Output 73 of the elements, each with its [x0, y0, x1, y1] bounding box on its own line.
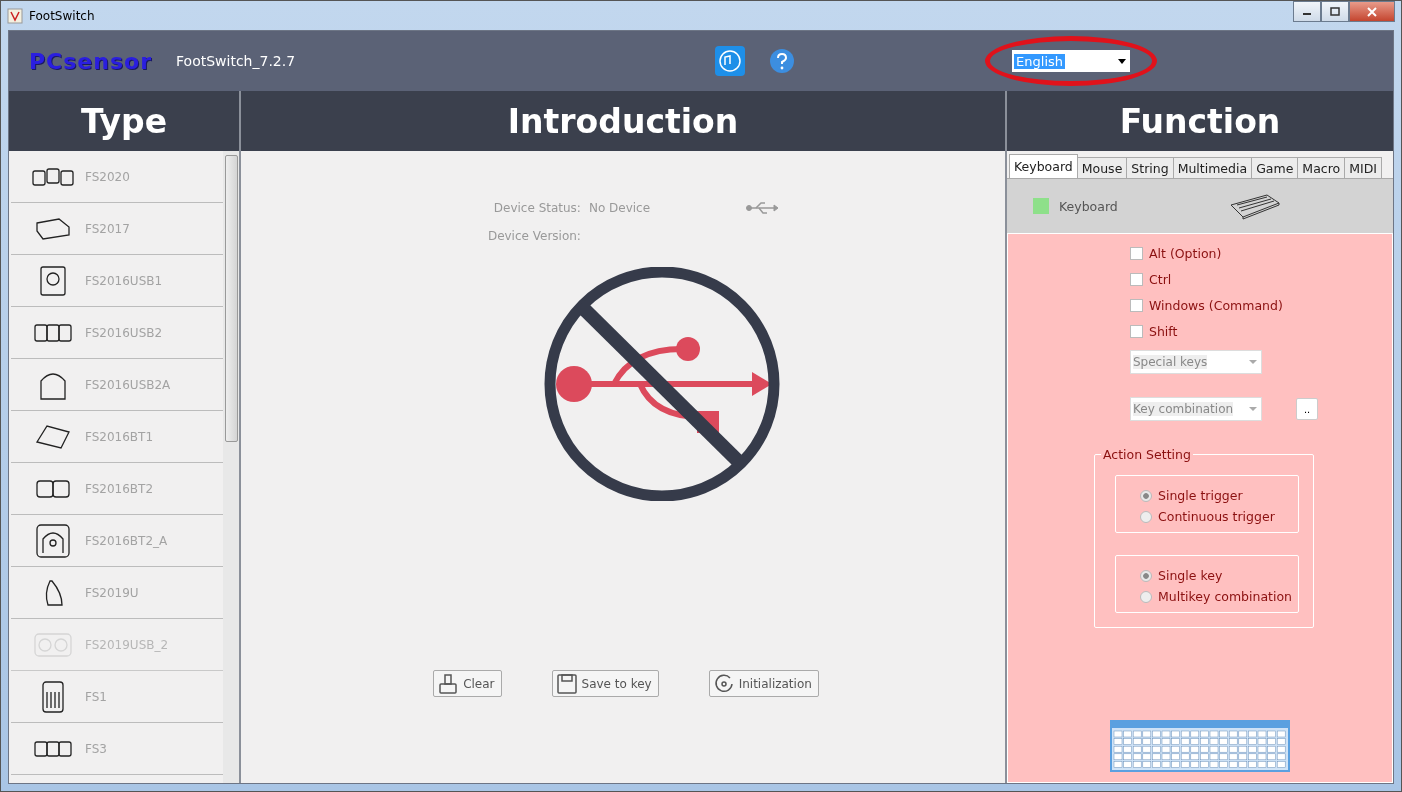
column-heading: Function: [1007, 91, 1393, 151]
checkbox-label: Shift: [1149, 324, 1178, 339]
dropdown-arrow-icon: [1118, 58, 1127, 64]
save-icon: [555, 672, 578, 695]
column-heading: Type: [9, 91, 239, 151]
function-tab[interactable]: Macro: [1297, 157, 1346, 178]
maximize-icon: [1330, 7, 1340, 16]
function-tab[interactable]: Game: [1251, 157, 1299, 178]
device-type-item[interactable]: FS2016BT2_A: [11, 515, 223, 567]
key-combination-dropdown[interactable]: Key combination: [1130, 397, 1262, 421]
radio-label: Single trigger: [1158, 488, 1243, 503]
usb-icon: [746, 201, 779, 215]
app-version: FootSwitch_7.2.7: [176, 53, 296, 69]
function-tab[interactable]: MIDI: [1344, 157, 1382, 178]
minimize-button[interactable]: [1293, 1, 1321, 22]
status-square-icon: [1033, 198, 1049, 214]
radio-label: Multikey combination: [1158, 589, 1293, 604]
clear-button[interactable]: Clear: [433, 670, 502, 697]
mode-label: Keyboard: [1059, 198, 1119, 214]
foot-pedal-icon: [34, 740, 72, 757]
brand-logo: PCsensor: [29, 48, 152, 74]
midi-music-icon[interactable]: [715, 46, 746, 76]
init-button[interactable]: Initialization: [708, 670, 819, 697]
foot-pedal-icon: [36, 217, 70, 240]
keyboard-icon: [1229, 191, 1281, 221]
device-type-item[interactable]: FS1: [11, 671, 223, 723]
checkbox-label: Windows (Command): [1149, 298, 1283, 313]
foot-pedal-icon: [34, 323, 72, 342]
device-type-item[interactable]: FS2020: [11, 151, 223, 203]
radio-label: Continuous trigger: [1158, 509, 1275, 524]
foot-pedal-icon: [40, 265, 66, 296]
function-tab[interactable]: Multimedia: [1172, 157, 1253, 178]
language-select[interactable]: English: [1012, 50, 1131, 72]
radio-button[interactable]: [1140, 590, 1152, 603]
window-title: FootSwitch: [29, 8, 95, 23]
brush-icon: [437, 672, 460, 695]
function-tab[interactable]: Keyboard: [1009, 154, 1078, 178]
save-button[interactable]: Save to key: [551, 670, 659, 697]
foot-pedal-icon: [36, 523, 70, 558]
status-label: Device Status:: [493, 201, 581, 215]
foot-pedal-icon: [43, 579, 63, 606]
checkbox-label: Ctrl: [1149, 272, 1172, 287]
checkbox[interactable]: [1130, 299, 1143, 312]
version-label: Device Version:: [487, 229, 581, 243]
checkbox[interactable]: [1130, 273, 1143, 286]
maximize-button[interactable]: [1321, 1, 1349, 22]
foot-pedal-icon: [32, 167, 74, 186]
close-icon: [1366, 6, 1378, 17]
help-icon[interactable]: [769, 48, 796, 74]
refresh-icon: [712, 672, 735, 695]
checkbox[interactable]: [1130, 247, 1143, 260]
radio-button[interactable]: [1140, 489, 1152, 502]
function-tab[interactable]: Mouse: [1076, 157, 1128, 178]
foot-pedal-icon: [42, 680, 64, 713]
foot-pedal-icon: [36, 479, 70, 498]
scrollbar[interactable]: [223, 151, 239, 783]
app-icon: [7, 7, 23, 24]
dropdown-arrow-icon: [1249, 360, 1257, 364]
radio-label: Single key: [1158, 568, 1223, 583]
checkbox-label: Alt (Option): [1149, 246, 1222, 261]
more-button[interactable]: ..: [1296, 398, 1318, 420]
status-value: No Device: [588, 201, 651, 215]
special-keys-dropdown[interactable]: Special keys: [1130, 350, 1262, 374]
dropdown-arrow-icon: [1249, 407, 1257, 411]
group-title: Action Setting: [1101, 447, 1193, 462]
foot-pedal-icon: [36, 424, 70, 449]
column-heading: Introduction: [241, 91, 1005, 151]
radio-button[interactable]: [1140, 510, 1152, 523]
close-button[interactable]: [1349, 1, 1395, 22]
radio-button[interactable]: [1140, 569, 1152, 582]
checkbox[interactable]: [1130, 325, 1143, 338]
function-tab[interactable]: String: [1126, 157, 1174, 178]
foot-pedal-icon: [34, 632, 72, 657]
